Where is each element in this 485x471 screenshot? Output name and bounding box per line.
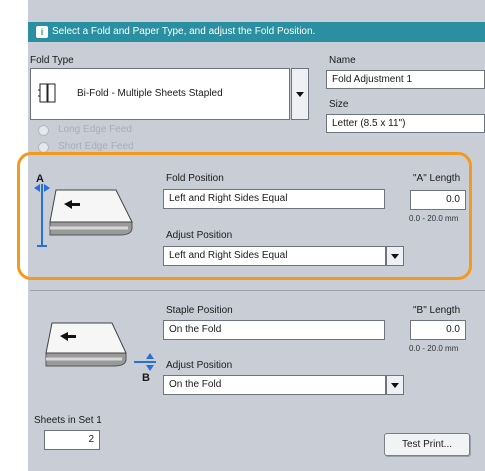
test-print-button[interactable]: Test Print... — [384, 433, 470, 456]
chevron-down-icon — [296, 92, 304, 97]
short-edge-feed-label: Short Edge Feed — [58, 141, 134, 152]
a-length-input[interactable]: 0.0 — [410, 190, 466, 210]
sheets-in-set-input[interactable]: 2 — [44, 430, 100, 450]
staple-adjust-dropdown-button[interactable] — [386, 375, 404, 395]
staple-adjust-position-label: Adjust Position — [166, 360, 233, 371]
chevron-down-icon — [391, 254, 399, 259]
radio-icon — [38, 125, 49, 136]
size-label: Size — [329, 99, 349, 110]
fold-adjust-position-label: Adjust Position — [166, 230, 233, 241]
diagram-label-b: B — [142, 372, 150, 384]
long-edge-feed-label: Long Edge Feed — [58, 124, 132, 135]
fold-adjustment-screen: i Select a Fold and Paper Type, and adju… — [0, 0, 485, 471]
fold-type-label: Fold Type — [30, 55, 74, 66]
a-length-label: "A" Length — [413, 173, 461, 184]
long-edge-feed-radio[interactable]: Long Edge Feed — [38, 124, 158, 138]
fold-adjust-dropdown-button[interactable] — [386, 246, 404, 266]
banner-text: Select a Fold and Paper Type, and adjust… — [52, 26, 316, 37]
staple-position-field[interactable]: On the Fold — [163, 320, 385, 340]
fold-type-dropdown-button[interactable] — [291, 68, 309, 120]
staple-adjust-position-select[interactable]: On the Fold — [163, 375, 386, 395]
name-field[interactable]: Fold Adjustment 1 — [326, 70, 485, 89]
b-length-label: "B" Length — [413, 305, 461, 316]
bi-fold-icon — [38, 83, 56, 103]
instruction-banner: i Select a Fold and Paper Type, and adju… — [28, 22, 485, 42]
fold-type-select[interactable]: Bi-Fold - Multiple Sheets Stapled — [30, 68, 290, 120]
section-divider — [30, 290, 485, 291]
size-field[interactable]: Letter (8.5 x 11") — [326, 114, 485, 133]
staple-diagram — [45, 322, 156, 371]
info-icon: i — [36, 26, 48, 38]
fold-adjust-position-select[interactable]: Left and Right Sides Equal — [163, 246, 386, 266]
fold-type-value: Bi-Fold - Multiple Sheets Stapled — [77, 88, 223, 99]
staple-position-label: Staple Position — [166, 305, 233, 316]
a-length-range: 0.0 - 20.0 mm — [409, 214, 459, 223]
sheets-in-set-label: Sheets in Set 1 — [34, 415, 102, 426]
b-length-range: 0.0 - 20.0 mm — [409, 344, 459, 353]
fold-position-label: Fold Position — [166, 173, 224, 184]
fold-diagram — [34, 184, 133, 247]
b-length-input[interactable]: 0.0 — [410, 320, 466, 340]
name-label: Name — [329, 55, 356, 66]
fold-position-field[interactable]: Left and Right Sides Equal — [163, 189, 385, 209]
diagram-label-a: A — [36, 173, 44, 185]
chevron-down-icon — [391, 383, 399, 388]
